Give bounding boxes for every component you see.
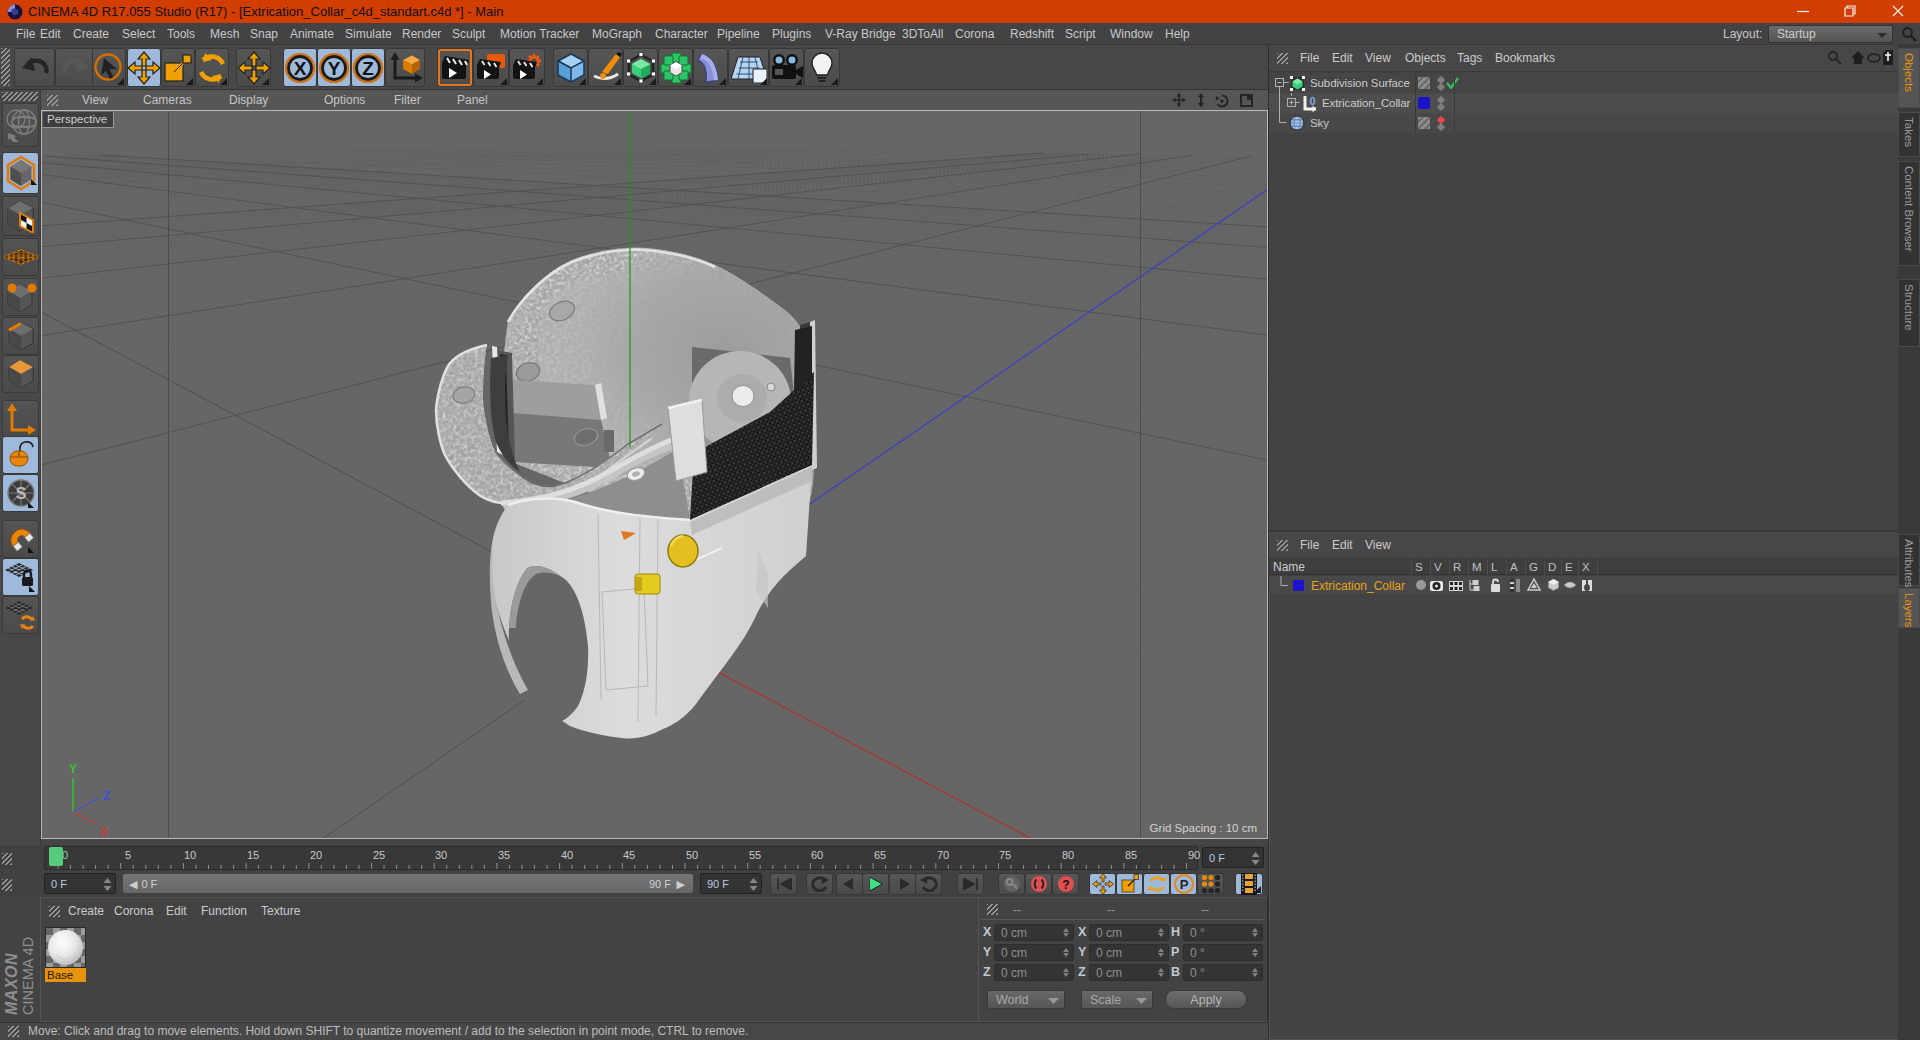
svg-text:10: 10 bbox=[184, 849, 196, 861]
svg-text:Z: Z bbox=[103, 789, 110, 803]
svg-text:60: 60 bbox=[811, 849, 823, 861]
svg-text:50: 50 bbox=[686, 849, 698, 861]
svg-text:40: 40 bbox=[561, 849, 573, 861]
svg-text:75: 75 bbox=[999, 849, 1011, 861]
svg-text:85: 85 bbox=[1125, 849, 1137, 861]
svg-text:30: 30 bbox=[435, 849, 447, 861]
svg-text:35: 35 bbox=[498, 849, 510, 861]
svg-text:X: X bbox=[294, 57, 307, 78]
svg-text:0: 0 bbox=[1310, 95, 1316, 107]
svg-text:70: 70 bbox=[937, 849, 949, 861]
svg-text:20: 20 bbox=[310, 849, 322, 861]
svg-text:P: P bbox=[1179, 877, 1188, 892]
svg-text:S: S bbox=[15, 485, 26, 502]
svg-text:Y: Y bbox=[328, 57, 341, 78]
svg-text:Y: Y bbox=[69, 762, 77, 776]
svg-text:?: ? bbox=[1062, 878, 1069, 892]
svg-text:25: 25 bbox=[373, 849, 385, 861]
svg-text:5: 5 bbox=[125, 849, 131, 861]
svg-text:55: 55 bbox=[749, 849, 761, 861]
svg-text:80: 80 bbox=[1062, 849, 1074, 861]
svg-text:90: 90 bbox=[1188, 849, 1200, 861]
svg-text:15: 15 bbox=[247, 849, 259, 861]
svg-text:Z: Z bbox=[362, 57, 374, 78]
svg-text:45: 45 bbox=[623, 849, 635, 861]
svg-text:X: X bbox=[100, 825, 108, 838]
svg-text:65: 65 bbox=[874, 849, 886, 861]
